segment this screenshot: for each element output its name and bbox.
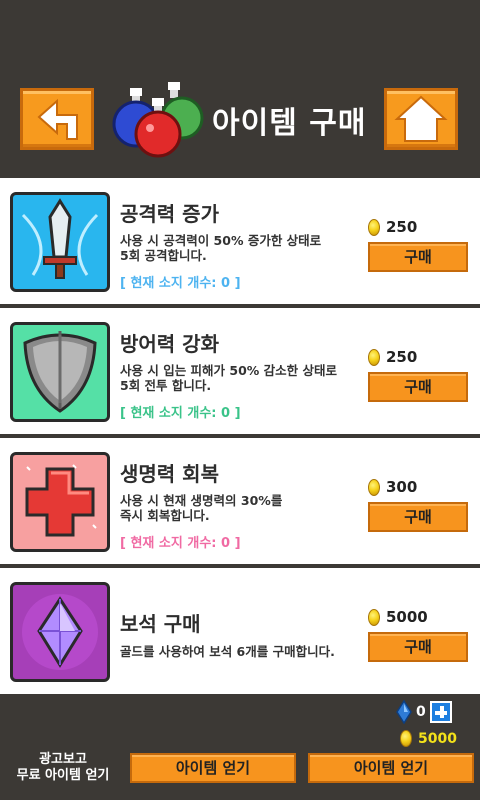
price-value: 300 (386, 478, 418, 496)
gold-coin-icon (368, 478, 380, 496)
buy-button[interactable]: 구매 (368, 372, 468, 402)
owned-count: [ 현재 소지 개수: 0 ] (120, 276, 241, 291)
item-icon-box (10, 192, 110, 292)
gold-coin-icon (400, 730, 412, 747)
get-item-button-2[interactable]: 아이템 얻기 (308, 753, 474, 783)
gem-balance: 0 (396, 700, 452, 724)
add-gem-button[interactable] (429, 701, 452, 723)
desc-line: 5회 전투 합니다. (120, 378, 212, 393)
ad-label-line: 무료 아이템 얻기 (16, 768, 110, 783)
shield-icon (23, 331, 97, 413)
potions-icon (112, 82, 204, 158)
item-title: 방어력 강화 (120, 332, 219, 356)
gold-count: 5000 (418, 730, 457, 747)
item-description: 사용 시 현재 생명력의 30%를 즉시 회복합니다. (120, 493, 364, 523)
item-description: 골드를 사용하여 보석 6개를 구매합니다. (120, 644, 370, 659)
gem-count: 0 (416, 704, 426, 720)
buy-button[interactable]: 구매 (368, 632, 468, 662)
item-description: 사용 시 입는 피해가 50% 감소한 상태로 5회 전투 합니다. (120, 363, 364, 393)
desc-line: 사용 시 현재 생명력의 30%를 (120, 493, 283, 508)
blue-gem-icon (396, 700, 412, 724)
owned-count: [ 현재 소지 개수: 0 ] (120, 406, 241, 421)
item-price: 5000 (368, 608, 428, 626)
home-icon (394, 95, 448, 142)
item-card-attack: 공격력 증가 사용 시 공격력이 50% 증가한 상태로 5회 공격합니다. [… (0, 176, 480, 304)
item-title: 보석 구매 (120, 612, 201, 636)
ad-label-line: 광고보고 (39, 752, 87, 767)
buy-button[interactable]: 구매 (368, 242, 468, 272)
item-card-defense: 방어력 강화 사용 시 입는 피해가 50% 감소한 상태로 5회 전투 합니다… (0, 306, 480, 434)
gold-coin-icon (368, 348, 380, 366)
item-title: 공격력 증가 (120, 202, 219, 226)
price-value: 250 (386, 218, 418, 236)
header: 아이템 구매 (0, 0, 480, 176)
item-description: 사용 시 공격력이 50% 증가한 상태로 5회 공격합니다. (120, 233, 364, 263)
item-price: 250 (368, 348, 417, 366)
owned-count: [ 현재 소지 개수: 0 ] (120, 536, 241, 551)
item-card-health: 생명력 회복 사용 시 현재 생명력의 30%를 즉시 회복합니다. [ 현재 … (0, 436, 480, 564)
desc-line: 사용 시 공격력이 50% 증가한 상태로 (120, 233, 322, 248)
desc-line: 5회 공격합니다. (120, 248, 207, 263)
get-item-button-1[interactable]: 아이템 얻기 (130, 753, 296, 783)
sword-icon (21, 198, 99, 279)
gem-icon (22, 594, 98, 670)
page-title: 아이템 구매 (212, 106, 367, 141)
item-price: 250 (368, 218, 417, 236)
item-icon-box (10, 322, 110, 422)
gold-balance: 5000 (400, 730, 457, 747)
item-icon-box (10, 452, 110, 552)
item-icon-box (10, 582, 110, 682)
back-arrow-icon (37, 98, 78, 140)
buy-button[interactable]: 구매 (368, 502, 468, 532)
desc-line: 즉시 회복합니다. (120, 508, 210, 523)
item-title: 생명력 회복 (120, 462, 219, 486)
item-price: 300 (368, 478, 417, 496)
desc-line: 골드를 사용하여 보석 6개를 구매합니다. (120, 644, 335, 659)
gold-coin-icon (368, 218, 380, 236)
gold-coin-icon (368, 608, 380, 626)
ad-reward-label: 광고보고 무료 아이템 얻기 (0, 752, 126, 784)
health-cross-icon (25, 464, 97, 537)
home-button[interactable] (384, 88, 458, 150)
price-value: 250 (386, 348, 418, 366)
back-button[interactable] (20, 88, 94, 150)
desc-line: 사용 시 입는 피해가 50% 감소한 상태로 (120, 363, 338, 378)
item-card-gem: 보석 구매 골드를 사용하여 보석 6개를 구매합니다. 5000 구매 (0, 566, 480, 694)
price-value: 5000 (386, 608, 428, 626)
